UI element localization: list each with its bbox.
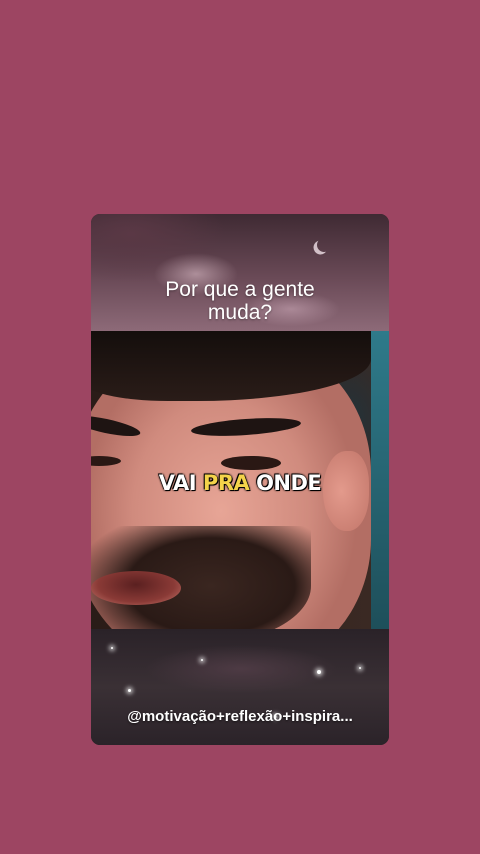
account-handle[interactable]: @motivação+reflexão+inspira... [91,708,389,725]
speaker-mouth [91,571,181,605]
sparkle [317,670,321,674]
speaker-right-eye [221,456,281,470]
caption-word-1: VAI [158,471,197,495]
headline-line-2: muda? [207,301,273,324]
caption-word-highlight: PRA [202,471,250,495]
top-cloud-banner: Por que a gente muda? [91,214,389,331]
sparkle [359,667,361,669]
bottom-water-banner [91,629,389,745]
story-headline: Por que a gente muda? [91,278,389,324]
headline-line-1: Por que a gente [165,278,315,301]
sparkle [111,647,113,649]
crescent-moon-icon [316,237,332,253]
speaker-left-brow [91,411,142,441]
video-frame[interactable]: VAI PRA ONDE [91,331,389,629]
story-card[interactable]: Por que a gente muda? VAI PRA ONDE @moti… [91,214,389,745]
speaker-left-eye [91,456,121,466]
speaker-hair [91,331,371,401]
video-caption: VAI PRA ONDE [91,471,389,495]
speaker-right-brow [190,415,302,439]
sparkle [128,689,131,692]
sparkle [201,659,203,661]
caption-word-3: ONDE [256,471,322,495]
